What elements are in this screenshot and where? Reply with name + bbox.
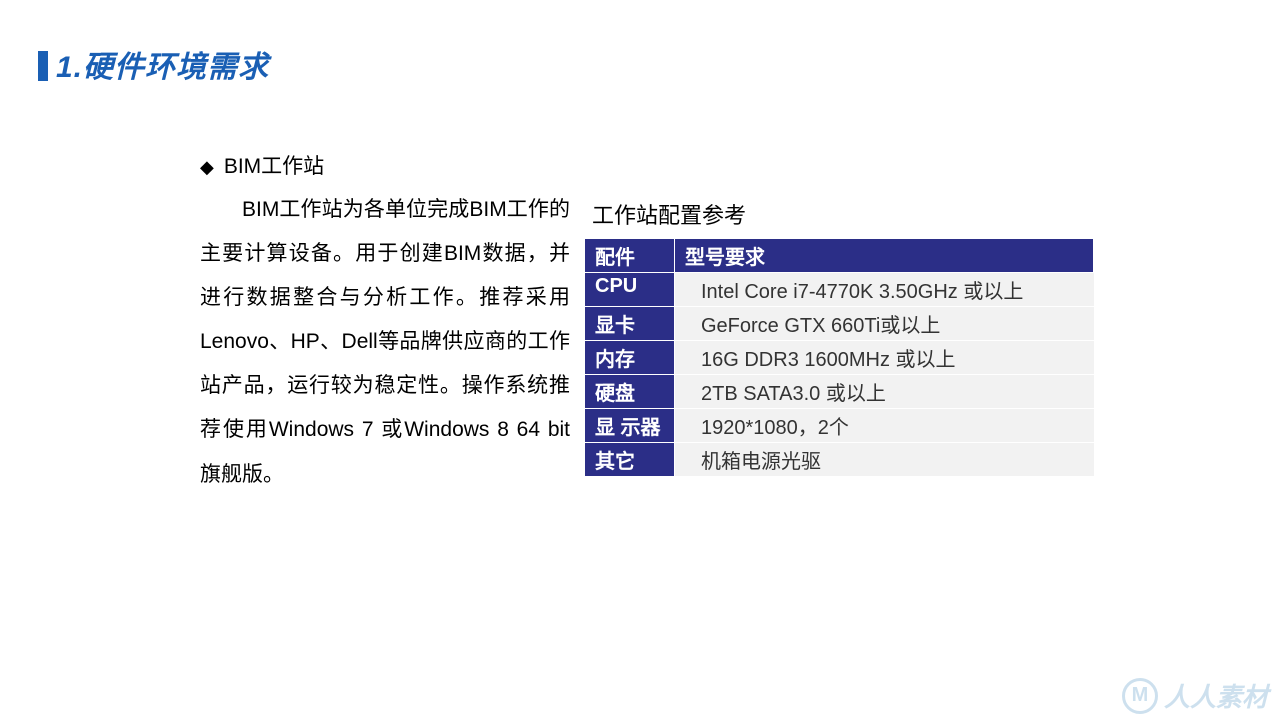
table-row: 显卡 GeForce GTX 660Ti或以上 — [585, 307, 1094, 341]
row-value: 机箱电源光驱 — [675, 443, 1094, 477]
table-row: CPU Intel Core i7-4770K 3.50GHz 或以上 — [585, 273, 1094, 307]
table-head-requirement: 型号要求 — [675, 239, 1094, 273]
table-head-row: 配件 型号要求 — [585, 239, 1094, 273]
title-bar-icon — [38, 51, 48, 81]
watermark-logo-icon: M — [1122, 678, 1158, 714]
table-row: 内存 16G DDR3 1600MHz 或以上 — [585, 341, 1094, 375]
row-value: 16G DDR3 1600MHz 或以上 — [675, 341, 1094, 375]
row-value: Intel Core i7-4770K 3.50GHz 或以上 — [675, 273, 1094, 307]
row-label: 硬盘 — [585, 375, 675, 409]
diamond-icon: ◆ — [200, 157, 214, 177]
watermark: M 人人素材 — [1122, 677, 1268, 714]
table-row: 硬盘 2TB SATA3.0 或以上 — [585, 375, 1094, 409]
row-value: 1920*1080，2个 — [675, 409, 1094, 443]
watermark-text: 人人素材 — [1164, 677, 1268, 714]
bullet-heading: ◆ BIM工作站 — [200, 150, 570, 180]
table-title: 工作站配置参考 — [584, 198, 1094, 230]
title-text: 1.硬件环境需求 — [56, 51, 269, 84]
table-row: 显 示器 1920*1080，2个 — [585, 409, 1094, 443]
row-value: 2TB SATA3.0 或以上 — [675, 375, 1094, 409]
row-label: 内存 — [585, 341, 675, 375]
section-title: 1.硬件环境需求 — [38, 42, 269, 86]
row-label: CPU — [585, 273, 675, 307]
spec-table-wrap: 工作站配置参考 配件 型号要求 CPU Intel Core i7-4770K … — [584, 198, 1094, 477]
row-label: 显 示器 — [585, 409, 675, 443]
row-value: GeForce GTX 660Ti或以上 — [675, 307, 1094, 341]
body-paragraph: BIM工作站为各单位完成BIM工作的主要计算设备。用于创建BIM数据，并进行数据… — [200, 188, 570, 497]
row-label: 其它 — [585, 443, 675, 477]
spec-table: 配件 型号要求 CPU Intel Core i7-4770K 3.50GHz … — [584, 238, 1094, 477]
content-block: ◆ BIM工作站 BIM工作站为各单位完成BIM工作的主要计算设备。用于创建BIM… — [200, 150, 570, 497]
table-row: 其它 机箱电源光驱 — [585, 443, 1094, 477]
row-label: 显卡 — [585, 307, 675, 341]
table-head-component: 配件 — [585, 239, 675, 273]
bullet-heading-text: BIM工作站 — [224, 155, 324, 178]
